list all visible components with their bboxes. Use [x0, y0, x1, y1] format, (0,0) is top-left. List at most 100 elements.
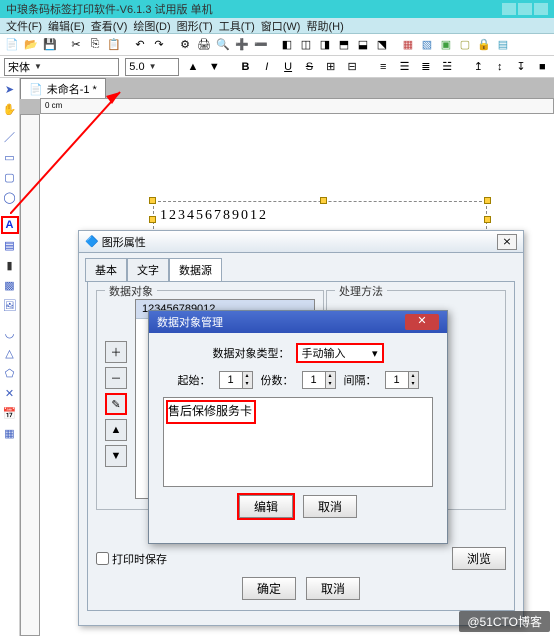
open-icon[interactable]: 📂: [23, 37, 39, 53]
zoom-in-icon[interactable]: ➕: [234, 37, 250, 53]
decrease-size-icon[interactable]: ▼: [207, 59, 222, 75]
line-icon[interactable]: ／: [2, 128, 18, 146]
rect-icon[interactable]: ▭: [2, 148, 18, 166]
misc1-icon[interactable]: ⊞: [323, 59, 338, 75]
font-family-combo[interactable]: 宋体 ▼: [4, 58, 119, 76]
start-spinner[interactable]: ▴▾: [219, 371, 253, 389]
dialog2-title-bar[interactable]: 数据对象管理 ✕: [149, 311, 447, 333]
align-bottom-icon[interactable]: ⬔: [374, 37, 390, 53]
pointer-icon[interactable]: ➤: [2, 80, 18, 98]
start-input[interactable]: [220, 372, 242, 388]
cross-icon[interactable]: ✕: [2, 384, 18, 402]
add-item-icon[interactable]: ＋: [105, 341, 127, 363]
count-spinner[interactable]: ▴▾: [302, 371, 336, 389]
cancel2-button[interactable]: 取消: [303, 495, 357, 518]
polygon-icon[interactable]: △: [2, 344, 18, 362]
italic-button[interactable]: I: [259, 59, 274, 75]
align-center-icon[interactable]: ◫: [298, 37, 314, 53]
up-icon[interactable]: ▴: [242, 372, 252, 380]
paste-icon[interactable]: 📋: [106, 37, 122, 53]
valign2-icon[interactable]: ↕: [492, 59, 507, 75]
print-icon[interactable]: 🖨: [196, 37, 212, 53]
resize-handle[interactable]: [484, 197, 491, 204]
star-icon[interactable]: ⬠: [2, 364, 18, 382]
strike-button[interactable]: S: [302, 59, 317, 75]
down-item-icon[interactable]: ▼: [105, 445, 127, 467]
valign1-icon[interactable]: ↥: [471, 59, 486, 75]
dialog-close-button[interactable]: ⨯: [497, 234, 517, 250]
zoom-icon[interactable]: 🔍: [215, 37, 231, 53]
align-top-icon[interactable]: ⬒: [336, 37, 352, 53]
menu-file[interactable]: 文件(F): [6, 18, 42, 34]
menu-shape[interactable]: 图形(T): [177, 18, 213, 34]
down-icon[interactable]: ▾: [408, 380, 418, 388]
content-textbox[interactable]: 售后保修服务卡: [163, 397, 433, 487]
text-align-left-icon[interactable]: ≡: [376, 59, 391, 75]
remove-item-icon[interactable]: －: [105, 367, 127, 389]
browse-button[interactable]: 浏览: [452, 547, 506, 570]
text-align-center-icon[interactable]: ☰: [397, 59, 412, 75]
resize-handle[interactable]: [320, 197, 327, 204]
hand-icon[interactable]: ✋: [2, 100, 18, 118]
bold-button[interactable]: B: [238, 59, 253, 75]
text-align-justify-icon[interactable]: ☱: [440, 59, 455, 75]
underline-button[interactable]: U: [280, 59, 295, 75]
barcode-icon[interactable]: ▮: [2, 256, 18, 274]
edit-item-icon[interactable]: ✎: [105, 393, 127, 415]
resize-handle[interactable]: [149, 197, 156, 204]
redo-icon[interactable]: ↷: [151, 37, 167, 53]
up-icon[interactable]: ▴: [408, 372, 418, 380]
edit-button[interactable]: 编辑: [239, 495, 293, 518]
minimize-button[interactable]: [502, 3, 516, 15]
menu-tools[interactable]: 工具(T): [219, 18, 255, 34]
more-icon[interactable]: ▤: [495, 37, 511, 53]
up-icon[interactable]: ▴: [325, 372, 335, 380]
data-type-combo[interactable]: 手动输入 ▾: [296, 343, 384, 363]
undo-icon[interactable]: ↶: [132, 37, 148, 53]
dialog2-close-button[interactable]: ✕: [405, 314, 439, 330]
qrcode-icon[interactable]: ▩: [2, 276, 18, 294]
align-right-icon[interactable]: ◨: [317, 37, 333, 53]
ok-button[interactable]: 确定: [242, 577, 296, 600]
valign3-icon[interactable]: ↧: [513, 59, 528, 75]
down-icon[interactable]: ▾: [242, 380, 252, 388]
ellipse-icon[interactable]: ◯: [2, 188, 18, 206]
arc-icon[interactable]: ◡: [2, 324, 18, 342]
image-icon[interactable]: 🖼: [2, 296, 18, 314]
copy-icon[interactable]: ⎘: [87, 37, 103, 53]
ungroup-icon[interactable]: ▧: [419, 37, 435, 53]
maximize-button[interactable]: [518, 3, 532, 15]
front-icon[interactable]: ▣: [438, 37, 454, 53]
gap-spinner[interactable]: ▴▾: [385, 371, 419, 389]
settings-icon[interactable]: ⚙: [177, 37, 193, 53]
menu-draw[interactable]: 绘图(D): [133, 18, 170, 34]
save-icon[interactable]: 💾: [42, 37, 58, 53]
tab-datasource[interactable]: 数据源: [169, 258, 222, 282]
group-icon[interactable]: ▦: [400, 37, 416, 53]
count-input[interactable]: [303, 372, 325, 388]
menu-help[interactable]: 帮助(H): [306, 18, 343, 34]
down-icon[interactable]: ▾: [325, 380, 335, 388]
up-item-icon[interactable]: ▲: [105, 419, 127, 441]
cut-icon[interactable]: ✂: [68, 37, 84, 53]
color-icon[interactable]: ■: [535, 59, 550, 75]
text-align-right-icon[interactable]: ≣: [418, 59, 433, 75]
back-icon[interactable]: ▢: [457, 37, 473, 53]
resize-handle[interactable]: [149, 216, 156, 223]
menu-edit[interactable]: 编辑(E): [48, 18, 85, 34]
new-icon[interactable]: 📄: [4, 37, 20, 53]
cancel-button[interactable]: 取消: [306, 577, 360, 600]
zoom-out-icon[interactable]: ➖: [253, 37, 269, 53]
dialog-title-bar[interactable]: 🔷 图形属性 ⨯: [79, 231, 523, 253]
document-tab[interactable]: 📄未命名-1 *: [20, 78, 106, 99]
close-button[interactable]: [534, 3, 548, 15]
richtext-icon[interactable]: ▤: [2, 236, 18, 254]
align-middle-icon[interactable]: ⬓: [355, 37, 371, 53]
gap-input[interactable]: [386, 372, 408, 388]
table-icon[interactable]: ▦: [2, 424, 18, 442]
resize-handle[interactable]: [484, 216, 491, 223]
save-on-print-checkbox[interactable]: 打印时保存: [96, 551, 167, 567]
menu-view[interactable]: 查看(V): [91, 18, 128, 34]
misc2-icon[interactable]: ⊟: [344, 59, 359, 75]
menu-window[interactable]: 窗口(W): [261, 18, 301, 34]
